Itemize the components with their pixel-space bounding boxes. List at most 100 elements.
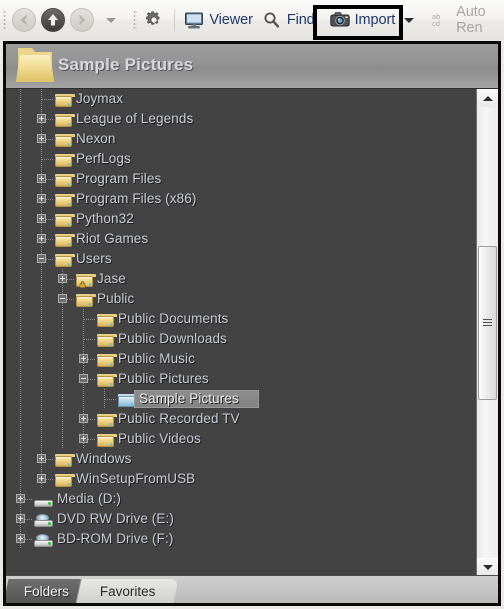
page-title: Sample Pictures — [58, 55, 194, 74]
tree-item[interactable]: Jase — [6, 269, 476, 289]
tree-item[interactable]: Users — [6, 249, 476, 269]
tree-item-icon — [97, 412, 117, 430]
expand-icon[interactable] — [37, 214, 46, 223]
svg-text:cd: cd — [432, 19, 440, 28]
tree-item[interactable]: Public Videos — [6, 429, 476, 449]
tree-item[interactable]: Riot Games — [6, 229, 476, 249]
tree-item-icon — [97, 312, 117, 330]
expand-icon[interactable] — [79, 414, 88, 423]
tree-connector-line — [42, 99, 53, 100]
up-button[interactable] — [39, 6, 67, 34]
tree-item[interactable]: Program Files (x86) — [6, 189, 476, 209]
tree-item[interactable]: League of Legends — [6, 109, 476, 129]
chevron-down-icon — [106, 17, 117, 23]
tree-item[interactable]: BD-ROM Drive (F:) — [6, 529, 476, 549]
tree-item[interactable]: Media (D:) — [6, 489, 476, 509]
tree-item-icon — [34, 532, 53, 550]
find-button[interactable]: Find — [257, 5, 319, 35]
expand-icon[interactable] — [37, 114, 46, 123]
tree-connector-line — [20, 329, 21, 349]
tree-item-icon — [55, 152, 75, 170]
tree-connector-line — [20, 249, 21, 269]
tree-connector-line — [62, 309, 63, 329]
expand-icon[interactable] — [37, 174, 46, 183]
tree-item-icon — [55, 132, 75, 150]
back-button[interactable] — [10, 6, 38, 34]
tree-item[interactable]: Joymax — [6, 89, 476, 109]
folder-icon — [55, 193, 75, 208]
tree-item[interactable]: Public Downloads — [6, 329, 476, 349]
tree-item[interactable]: Python32 — [6, 209, 476, 229]
tree-connector-line — [41, 369, 42, 389]
tab-favorites-label: Favorites — [99, 583, 156, 599]
tree-item[interactable]: Windows — [6, 449, 476, 469]
tree-item-label: Public Recorded TV — [118, 411, 240, 426]
monitor-icon — [183, 10, 205, 30]
expand-icon[interactable] — [16, 494, 25, 503]
header-folder-icon — [14, 44, 58, 93]
tree-item[interactable]: Public Pictures — [6, 369, 476, 389]
tree-connector-line — [105, 399, 116, 400]
optical-drive-icon — [34, 513, 53, 528]
tree-item-label: Jase — [97, 271, 126, 286]
expand-icon[interactable] — [79, 354, 88, 363]
tree-item-icon — [97, 352, 117, 370]
tree-connector-line — [42, 159, 53, 160]
collapse-icon[interactable] — [58, 294, 67, 303]
panel-tabbar: Folders Favorites — [6, 575, 498, 603]
folder-locked-icon — [76, 273, 96, 288]
tree-item-label: Nexon — [76, 131, 116, 146]
expand-icon[interactable] — [37, 234, 46, 243]
folder-tree[interactable]: Joymax League of Legends Nexon PerfLogs Prog… — [6, 89, 498, 576]
tree-item[interactable]: Public Recorded TV — [6, 409, 476, 429]
tree-item-label: Program Files (x86) — [76, 191, 197, 206]
tree-item[interactable]: DVD RW Drive (E:) — [6, 509, 476, 529]
tree-item[interactable]: PerfLogs — [6, 149, 476, 169]
tree-item[interactable]: Sample Pictures — [6, 389, 476, 409]
expand-icon[interactable] — [37, 194, 46, 203]
tree-scrollbar[interactable] — [476, 89, 498, 576]
tab-favorites[interactable]: Favorites — [75, 579, 179, 603]
auto-rename-button[interactable]: ab cd Auto Ren — [426, 4, 504, 36]
expand-icon[interactable] — [37, 454, 46, 463]
folder-icon — [97, 333, 117, 348]
scrollbar-grip-icon — [483, 319, 492, 327]
settings-button[interactable] — [139, 5, 169, 35]
scrollbar-up-button[interactable] — [477, 89, 498, 107]
panel-header: Sample Pictures — [6, 44, 498, 89]
forward-button[interactable] — [68, 6, 96, 34]
expand-icon[interactable] — [16, 534, 25, 543]
tree-connector-line — [84, 319, 95, 320]
folder-icon — [55, 213, 75, 228]
tree-item-icon — [55, 232, 75, 250]
history-dropdown[interactable] — [97, 6, 125, 34]
collapse-icon[interactable] — [79, 374, 88, 383]
tree-connector-line — [20, 309, 21, 329]
import-chevron-down-icon[interactable] — [404, 17, 415, 23]
tree-item[interactable]: Public Documents — [6, 309, 476, 329]
scrollbar-thumb[interactable] — [478, 245, 497, 400]
triangle-down-icon — [482, 564, 493, 570]
expand-icon[interactable] — [37, 474, 46, 483]
expand-icon[interactable] — [37, 134, 46, 143]
scrollbar-down-button[interactable] — [477, 558, 498, 576]
tree-item[interactable]: Program Files — [6, 169, 476, 189]
toolbar-grip-1[interactable] — [3, 10, 7, 30]
folder-icon — [55, 253, 75, 268]
tree-item-label: WinSetupFromUSB — [76, 471, 196, 486]
tree-item[interactable]: WinSetupFromUSB — [6, 469, 476, 489]
toolbar-grip-2[interactable] — [133, 10, 137, 30]
tree-item-label: Public Videos — [118, 431, 201, 446]
tree-item-icon — [55, 252, 75, 270]
viewer-button[interactable]: Viewer — [179, 5, 256, 35]
tree-item[interactable]: Public Music — [6, 349, 476, 369]
collapse-icon[interactable] — [37, 254, 46, 263]
triangle-up-icon — [482, 95, 493, 101]
expand-icon[interactable] — [16, 514, 25, 523]
hard-drive-icon — [34, 494, 53, 508]
expand-icon[interactable] — [79, 434, 88, 443]
tree-item[interactable]: Nexon — [6, 129, 476, 149]
tree-item[interactable]: Public — [6, 289, 476, 309]
auto-rename-label: Auto Ren — [456, 4, 486, 36]
expand-icon[interactable] — [58, 274, 67, 283]
